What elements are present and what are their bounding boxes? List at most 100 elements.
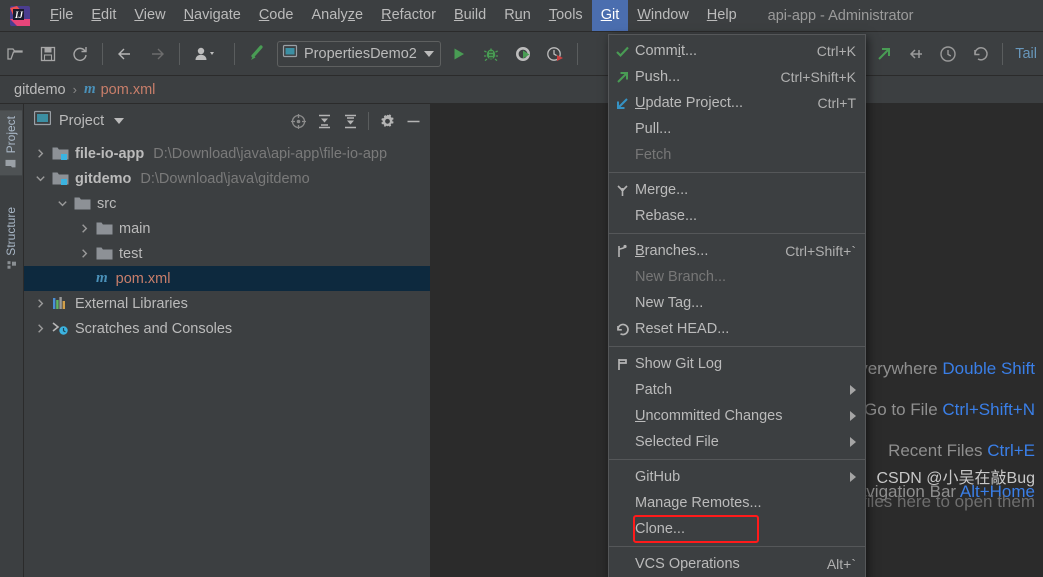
run-configuration-selector[interactable]: PropertiesDemo2	[277, 40, 441, 67]
menu-tools[interactable]: Tools	[540, 0, 592, 31]
git-menu-item-show-git-log[interactable]: Show Git Log	[609, 351, 865, 377]
tree-row-selected[interactable]: m pom.xml	[24, 266, 430, 291]
chevron-right-icon[interactable]	[34, 322, 47, 335]
sidebar-item-label: Project	[4, 116, 18, 154]
chevron-down-icon[interactable]	[114, 118, 125, 124]
sidebar-item-label: Structure	[4, 207, 18, 257]
tree-row[interactable]: src	[24, 191, 430, 216]
sidebar-item-structure[interactable]: Structure	[0, 201, 22, 278]
git-menu-item-commit[interactable]: Commit... Ctrl+K	[609, 38, 865, 64]
chevron-down-icon[interactable]	[34, 172, 47, 185]
menu-help[interactable]: Help	[698, 0, 746, 31]
refresh-icon[interactable]	[66, 40, 94, 68]
breadcrumb-project[interactable]: gitdemo	[14, 82, 66, 98]
chevron-right-icon[interactable]	[78, 247, 91, 260]
menu-item-label: New Tag...	[635, 295, 704, 311]
chevron-right-icon[interactable]	[78, 222, 91, 235]
run-config-icon	[282, 43, 298, 64]
locate-target-icon[interactable]	[287, 110, 309, 132]
menu-item-label: Merge...	[635, 182, 689, 198]
breadcrumb-file[interactable]: pom.xml	[101, 82, 156, 98]
update-arrow-icon	[609, 96, 635, 111]
tree-node-label: External Libraries	[75, 295, 188, 312]
menu-window[interactable]: Window	[628, 0, 698, 31]
project-folder-icon	[4, 158, 18, 169]
menu-git[interactable]: Git	[591, 0, 629, 31]
menu-code[interactable]: Code	[250, 0, 303, 31]
menu-item-shortcut: Alt+`	[826, 556, 856, 572]
menu-navigate[interactable]: Navigate	[175, 0, 250, 31]
menu-edit[interactable]: Edit	[82, 0, 125, 31]
git-menu-item-push[interactable]: Push... Ctrl+Shift+K	[609, 64, 865, 90]
git-menu-item-vcs-operations[interactable]: VCS Operations Alt+`	[609, 551, 865, 577]
external-libraries-icon	[52, 296, 69, 311]
build-hammer-icon[interactable]	[243, 40, 271, 68]
editor-tip-shortcut: Ctrl+Shift+N	[942, 400, 1035, 419]
maven-pom-icon: m	[96, 270, 108, 286]
tree-row[interactable]: test	[24, 241, 430, 266]
tree-row[interactable]: main	[24, 216, 430, 241]
expand-all-icon[interactable]	[313, 110, 335, 132]
run-play-icon[interactable]	[445, 40, 473, 68]
tree-node-path: D:\Download\java\gitdemo	[140, 170, 310, 187]
editor-tip-shortcut: Double Shift	[942, 359, 1035, 378]
git-menu-item-new-tag[interactable]: New Tag...	[609, 290, 865, 316]
git-menu-item-merge[interactable]: Merge...	[609, 177, 865, 203]
git-menu-item-pull[interactable]: Pull...	[609, 116, 865, 142]
jump-to-source-icon[interactable]	[870, 40, 898, 68]
git-menu-item-patch[interactable]: Patch	[609, 377, 865, 403]
maven-pom-icon: m	[83, 81, 96, 97]
save-icon[interactable]	[34, 40, 62, 68]
toolbar-right-label[interactable]: Tail	[1015, 46, 1037, 62]
git-dropdown-menu: Commit... Ctrl+K Push... Ctrl+Shift+K Update…	[608, 34, 866, 577]
open-folder-icon[interactable]	[2, 40, 30, 68]
debug-bug-icon[interactable]	[477, 40, 505, 68]
arrow-left-icon[interactable]	[111, 40, 139, 68]
git-menu-item-uncommitted-changes[interactable]: Uncommitted Changes	[609, 403, 865, 429]
tree-row[interactable]: External Libraries	[24, 291, 430, 316]
step-into-icon[interactable]	[902, 40, 930, 68]
git-log-icon	[609, 357, 635, 372]
minimize-icon[interactable]	[402, 110, 424, 132]
gear-icon[interactable]	[376, 110, 398, 132]
menu-item-shortcut: Ctrl+T	[817, 95, 857, 111]
project-panel-title: Project	[59, 113, 105, 129]
user-dropdown-icon[interactable]	[188, 40, 226, 68]
menu-run[interactable]: Run	[495, 0, 540, 31]
chevron-right-icon[interactable]	[34, 297, 47, 310]
editor-tip-text: Go to File	[863, 400, 938, 419]
git-menu-item-github[interactable]: GitHub	[609, 464, 865, 490]
clock-history-icon[interactable]	[934, 40, 962, 68]
menu-view[interactable]: View	[125, 0, 174, 31]
chevron-right-icon[interactable]	[34, 147, 47, 160]
git-menu-item-clone[interactable]: Clone...	[609, 515, 865, 543]
arrow-right-icon[interactable]	[143, 40, 171, 68]
menu-analyze[interactable]: Analyze	[303, 0, 373, 31]
menu-file[interactable]: File	[41, 0, 82, 31]
git-menu-item-update-project[interactable]: Update Project... Ctrl+T	[609, 90, 865, 116]
chevron-down-icon	[423, 50, 434, 57]
git-menu-item-branches[interactable]: Branches... Ctrl+Shift+`	[609, 238, 865, 264]
sidebar-item-project[interactable]: Project	[0, 110, 22, 176]
toolbar-separator	[179, 42, 180, 65]
tree-node-label: Scratches and Consoles	[75, 320, 233, 337]
tree-row[interactable]: Scratches and Consoles	[24, 316, 430, 341]
structure-icon	[4, 261, 18, 272]
chevron-down-icon[interactable]	[56, 197, 69, 210]
git-menu-item-selected-file[interactable]: Selected File	[609, 429, 865, 455]
menu-refactor[interactable]: Refactor	[372, 0, 445, 31]
tree-row[interactable]: gitdemo D:\Download\java\gitdemo	[24, 166, 430, 191]
git-menu-item-reset-head[interactable]: Reset HEAD...	[609, 316, 865, 342]
undo-icon[interactable]	[966, 40, 994, 68]
profiler-icon[interactable]	[541, 40, 569, 68]
breadcrumb-separator: ›	[72, 82, 77, 97]
git-menu-item-manage-remotes[interactable]: Manage Remotes...	[609, 490, 865, 516]
run-with-coverage-icon[interactable]	[509, 40, 537, 68]
menu-item-label: Patch	[635, 382, 673, 398]
menu-item-label: VCS Operations	[635, 556, 740, 572]
tree-row[interactable]: file-io-app D:\Download\java\api-app\file…	[24, 141, 430, 166]
folder-icon	[96, 246, 113, 261]
collapse-all-icon[interactable]	[339, 110, 361, 132]
menu-build[interactable]: Build	[445, 0, 495, 31]
git-menu-item-rebase[interactable]: Rebase...	[609, 203, 865, 229]
